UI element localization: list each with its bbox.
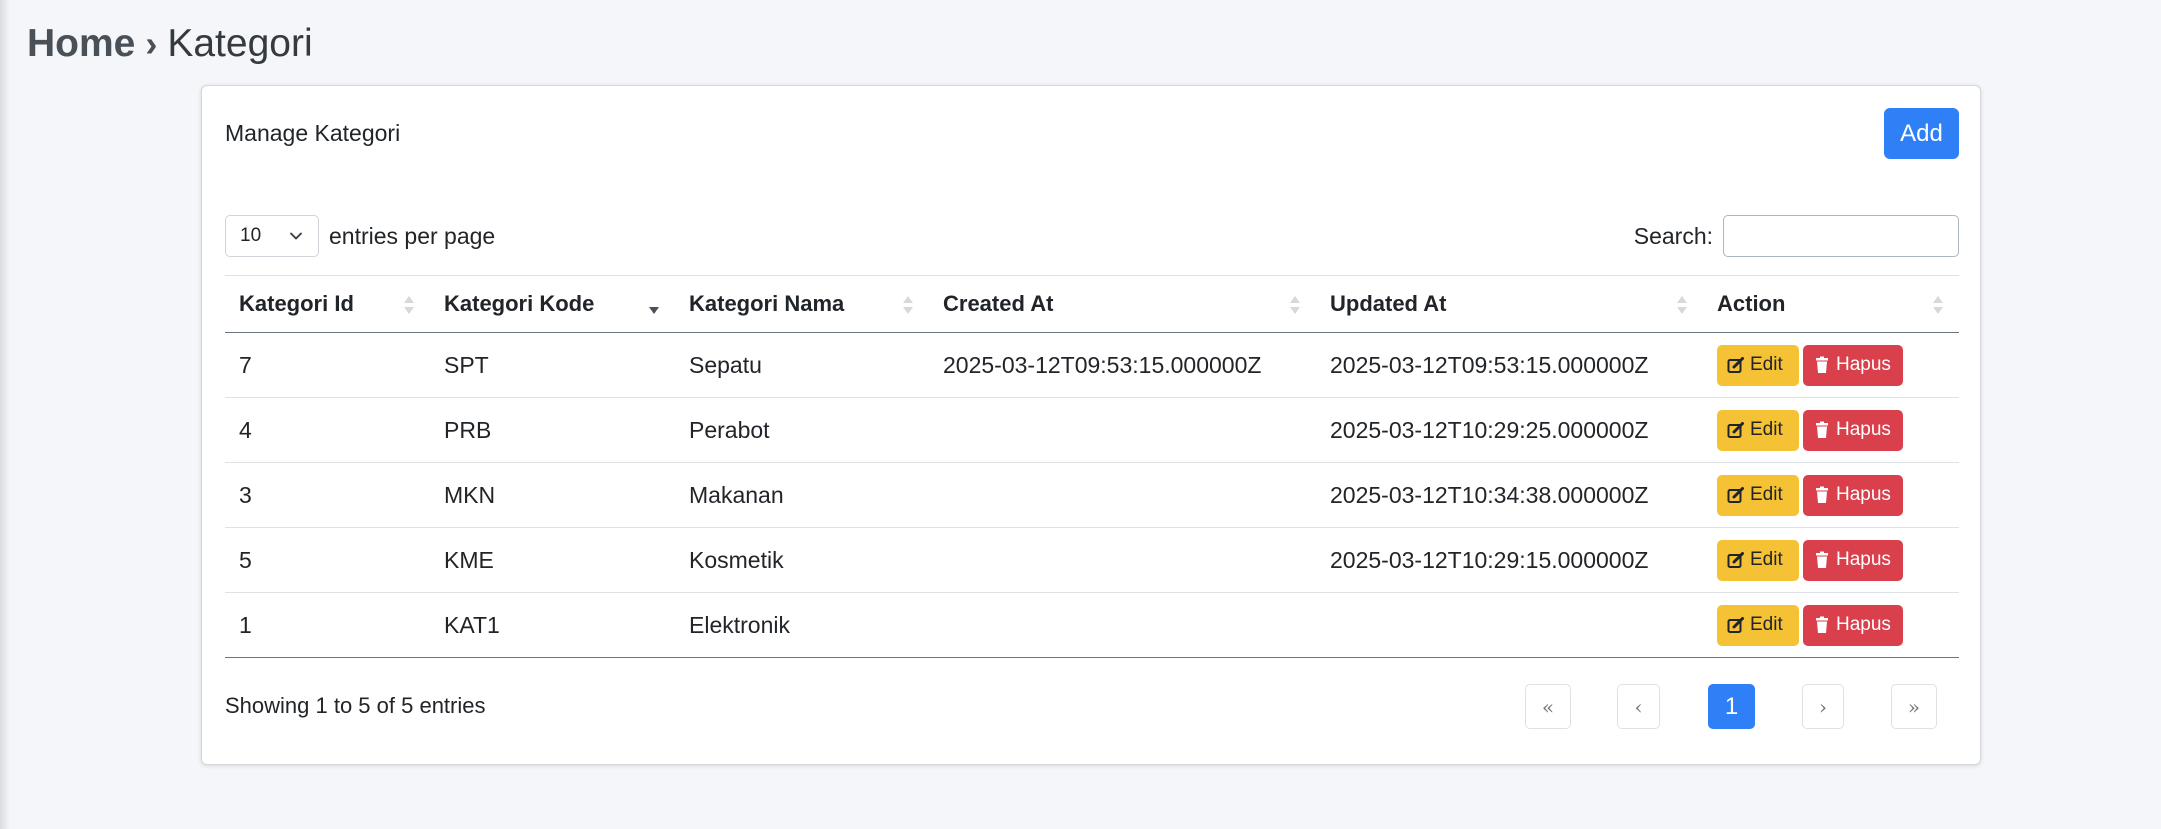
edit-button[interactable]: Edit — [1717, 539, 1799, 581]
column-header-kategori-kode[interactable]: Kategori Kode — [430, 275, 675, 333]
table-row: 3 MKN Makanan 2025-03-12T10:34:38.000000… — [225, 462, 1959, 528]
cell-created — [929, 397, 1316, 463]
cell-id: 7 — [225, 332, 430, 398]
search-input[interactable] — [1723, 215, 1959, 257]
trash-icon — [1816, 486, 1828, 503]
cell-nama: Kosmetik — [675, 527, 929, 593]
breadcrumb-current: Kategori — [167, 22, 313, 65]
sort-icon — [404, 296, 414, 314]
kategori-table: Kategori Id Kategori Kode Kategori Nama … — [225, 275, 1959, 658]
column-header-kategori-id[interactable]: Kategori Id — [225, 275, 430, 333]
breadcrumb-home[interactable]: Home — [27, 18, 135, 70]
cell-id: 5 — [225, 527, 430, 593]
column-header-kategori-nama[interactable]: Kategori Nama — [675, 275, 929, 333]
edit-button[interactable]: Edit — [1717, 604, 1799, 646]
cell-action: Edit Hapus — [1703, 397, 1959, 463]
sort-icon — [1677, 296, 1687, 314]
cell-nama: Sepatu — [675, 332, 929, 398]
cell-created — [929, 462, 1316, 528]
trash-icon — [1816, 616, 1828, 633]
column-header-action[interactable]: Action — [1703, 275, 1959, 333]
card-title: Manage Kategori — [225, 120, 401, 146]
pencil-square-icon — [1727, 357, 1744, 373]
chevron-down-icon — [290, 232, 302, 240]
column-header-updated-at[interactable]: Updated At — [1316, 275, 1703, 333]
entries-per-page: 10 entries per page — [225, 215, 495, 257]
breadcrumb-separator: › — [145, 23, 158, 64]
cell-updated: 2025-03-12T10:34:38.000000Z — [1316, 462, 1703, 528]
cell-nama: Makanan — [675, 462, 929, 528]
search-label: Search: — [1633, 222, 1713, 249]
entries-select-value: 10 — [240, 225, 262, 246]
pencil-square-icon — [1727, 422, 1744, 438]
entries-label: entries per page — [329, 222, 496, 249]
table-row: 1 KAT1 Elektronik Edit Hapus — [225, 592, 1959, 658]
breadcrumb: Home › Kategori — [27, 18, 313, 70]
cell-kode: SPT — [430, 332, 675, 398]
cell-action: Edit Hapus — [1703, 527, 1959, 593]
edit-button[interactable]: Edit — [1717, 474, 1799, 516]
trash-icon — [1816, 356, 1828, 373]
cell-nama: Perabot — [675, 397, 929, 463]
cell-id: 1 — [225, 592, 430, 658]
delete-button[interactable]: Hapus — [1803, 474, 1903, 516]
table-info: Showing 1 to 5 of 5 entries — [225, 693, 486, 718]
edit-button[interactable]: Edit — [1717, 344, 1799, 386]
sidebar-edge — [0, 0, 10, 829]
delete-button[interactable]: Hapus — [1803, 409, 1903, 451]
cell-action: Edit Hapus — [1703, 332, 1959, 398]
table-row: 4 PRB Perabot 2025-03-12T10:29:25.000000… — [225, 397, 1959, 463]
last-page-button[interactable]: » — [1891, 684, 1937, 729]
table-row: 5 KME Kosmetik 2025-03-12T10:29:15.00000… — [225, 527, 1959, 593]
page-button-current[interactable]: 1 — [1708, 684, 1755, 729]
cell-updated — [1316, 592, 1703, 658]
search-area: Search: — [1634, 215, 1959, 257]
sort-desc-icon — [649, 307, 659, 314]
cell-id: 4 — [225, 397, 430, 463]
delete-button[interactable]: Hapus — [1803, 539, 1903, 581]
cell-updated: 2025-03-12T10:29:25.000000Z — [1316, 397, 1703, 463]
cell-kode: PRB — [430, 397, 675, 463]
prev-page-button[interactable]: ‹ — [1617, 684, 1660, 729]
add-button[interactable]: Add — [1884, 108, 1959, 159]
edit-button[interactable]: Edit — [1717, 409, 1799, 451]
trash-icon — [1816, 551, 1828, 568]
cell-updated: 2025-03-12T10:29:15.000000Z — [1316, 527, 1703, 593]
sort-icon — [1290, 296, 1300, 314]
cell-action: Edit Hapus — [1703, 592, 1959, 658]
cell-created: 2025-03-12T09:53:15.000000Z — [929, 332, 1316, 398]
entries-select[interactable]: 10 — [225, 215, 319, 257]
cell-kode: KAT1 — [430, 592, 675, 658]
cell-action: Edit Hapus — [1703, 462, 1959, 528]
cell-kode: MKN — [430, 462, 675, 528]
cell-kode: KME — [430, 527, 675, 593]
table-row: 7 SPT Sepatu 2025-03-12T09:53:15.000000Z… — [225, 332, 1959, 398]
delete-button[interactable]: Hapus — [1803, 344, 1903, 386]
next-page-button[interactable]: › — [1802, 684, 1844, 729]
sort-icon — [903, 296, 913, 314]
kategori-card: Manage Kategori Add 10 entries per page … — [201, 85, 1981, 765]
cell-created — [929, 527, 1316, 593]
column-header-created-at[interactable]: Created At — [929, 275, 1316, 333]
cell-created — [929, 592, 1316, 658]
cell-id: 3 — [225, 462, 430, 528]
table-header-row: Kategori Id Kategori Kode Kategori Nama … — [225, 275, 1959, 333]
delete-button[interactable]: Hapus — [1803, 604, 1903, 646]
pencil-square-icon — [1727, 552, 1744, 568]
first-page-button[interactable]: « — [1525, 684, 1571, 729]
pencil-square-icon — [1727, 487, 1744, 503]
pencil-square-icon — [1727, 617, 1744, 633]
cell-nama: Elektronik — [675, 592, 929, 658]
sort-icon — [1933, 296, 1943, 314]
cell-updated: 2025-03-12T09:53:15.000000Z — [1316, 332, 1703, 398]
trash-icon — [1816, 421, 1828, 438]
